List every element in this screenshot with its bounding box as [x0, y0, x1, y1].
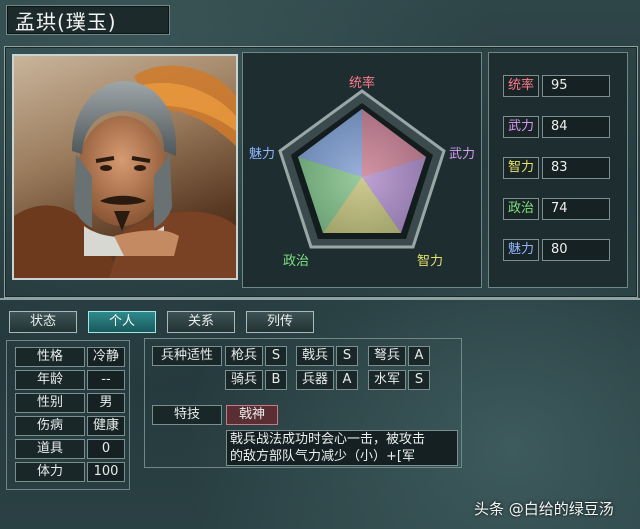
stat-value: 74 [542, 198, 610, 220]
skill-description-line1: 戟兵战法成功时会心一击，被攻击 [230, 432, 426, 447]
stat-name: 智力 [503, 157, 539, 179]
stat-name: 武力 [503, 116, 539, 138]
skill-description-line2: 的敌方部队气力减少（小）+[军 [230, 449, 415, 464]
stat-name: 魅力 [503, 239, 539, 261]
info-label: 性别 [15, 393, 85, 413]
stat-name: 统率 [503, 75, 539, 97]
unit-rank: S [336, 346, 358, 366]
stat-row: 统率 95 [503, 75, 610, 97]
info-row: 伤病 健康 [15, 416, 125, 436]
unit-name: 戟兵 [296, 346, 334, 366]
info-label: 道具 [15, 439, 85, 459]
info-value: 男 [87, 393, 125, 413]
info-row: 体力 100 [15, 462, 125, 482]
stat-list: 统率 95 武力 84 智力 83 政治 74 魅力 80 [488, 52, 628, 288]
info-value: -- [87, 370, 125, 390]
info-row: 年龄 -- [15, 370, 125, 390]
info-row: 道具 0 [15, 439, 125, 459]
radar-label-right: 武力 [449, 147, 476, 162]
personal-info-panel: 性格 冷静 年龄 -- 性别 男 伤病 健康 道具 0 体力 100 [6, 340, 130, 490]
skill-name[interactable]: 戟神 [226, 405, 278, 425]
watermark: 头条 @白给的绿豆汤 [474, 500, 614, 518]
radar-label-bottom-left: 政治 [283, 254, 310, 269]
stat-row: 武力 84 [503, 116, 610, 138]
unit-name: 水军 [368, 370, 406, 390]
unit-rank: S [408, 370, 430, 390]
info-value: 0 [87, 439, 125, 459]
info-value: 冷静 [87, 347, 125, 367]
info-label: 年龄 [15, 370, 85, 390]
stat-row: 魅力 80 [503, 239, 610, 261]
stat-row: 政治 74 [503, 198, 610, 220]
radar-label-top: 统率 [349, 76, 376, 91]
unit-rank: B [265, 370, 287, 390]
skill-header: 特技 [152, 405, 222, 425]
unit-name: 弩兵 [368, 346, 406, 366]
stat-value: 83 [542, 157, 610, 179]
info-value: 健康 [87, 416, 125, 436]
info-row: 性别 男 [15, 393, 125, 413]
unit-rank: S [265, 346, 287, 366]
radar-label-bottom-right: 智力 [417, 254, 444, 269]
unit-rank: A [408, 346, 430, 366]
unit-name: 枪兵 [225, 346, 263, 366]
tab-biography[interactable]: 列传 [246, 311, 314, 333]
aptitude-header: 兵种适性 [152, 346, 222, 366]
info-row: 性格 冷静 [15, 347, 125, 367]
unit-rank: A [336, 370, 358, 390]
info-label: 伤病 [15, 416, 85, 436]
tab-personal[interactable]: 个人 [88, 311, 156, 333]
section-divider [0, 298, 640, 300]
stat-row: 智力 83 [503, 157, 610, 179]
tab-status[interactable]: 状态 [9, 311, 77, 333]
tab-relations[interactable]: 关系 [167, 311, 235, 333]
stat-name: 政治 [503, 198, 539, 220]
radar-label-left: 魅力 [249, 147, 276, 162]
info-label: 性格 [15, 347, 85, 367]
info-label: 体力 [15, 462, 85, 482]
officer-portrait [12, 54, 238, 280]
stat-value: 95 [542, 75, 610, 97]
unit-name: 骑兵 [225, 370, 263, 390]
skill-description: 戟兵战法成功时会心一击，被攻击 的敌方部队气力减少（小）+[军 [226, 430, 458, 466]
officer-name: 孟珙(璞玉) [6, 5, 170, 35]
ability-radar: 统率 武力 智力 政治 魅力 [242, 52, 482, 288]
stat-value: 84 [542, 116, 610, 138]
unit-name: 兵器 [296, 370, 334, 390]
stat-value: 80 [542, 239, 610, 261]
info-value: 100 [87, 462, 125, 482]
